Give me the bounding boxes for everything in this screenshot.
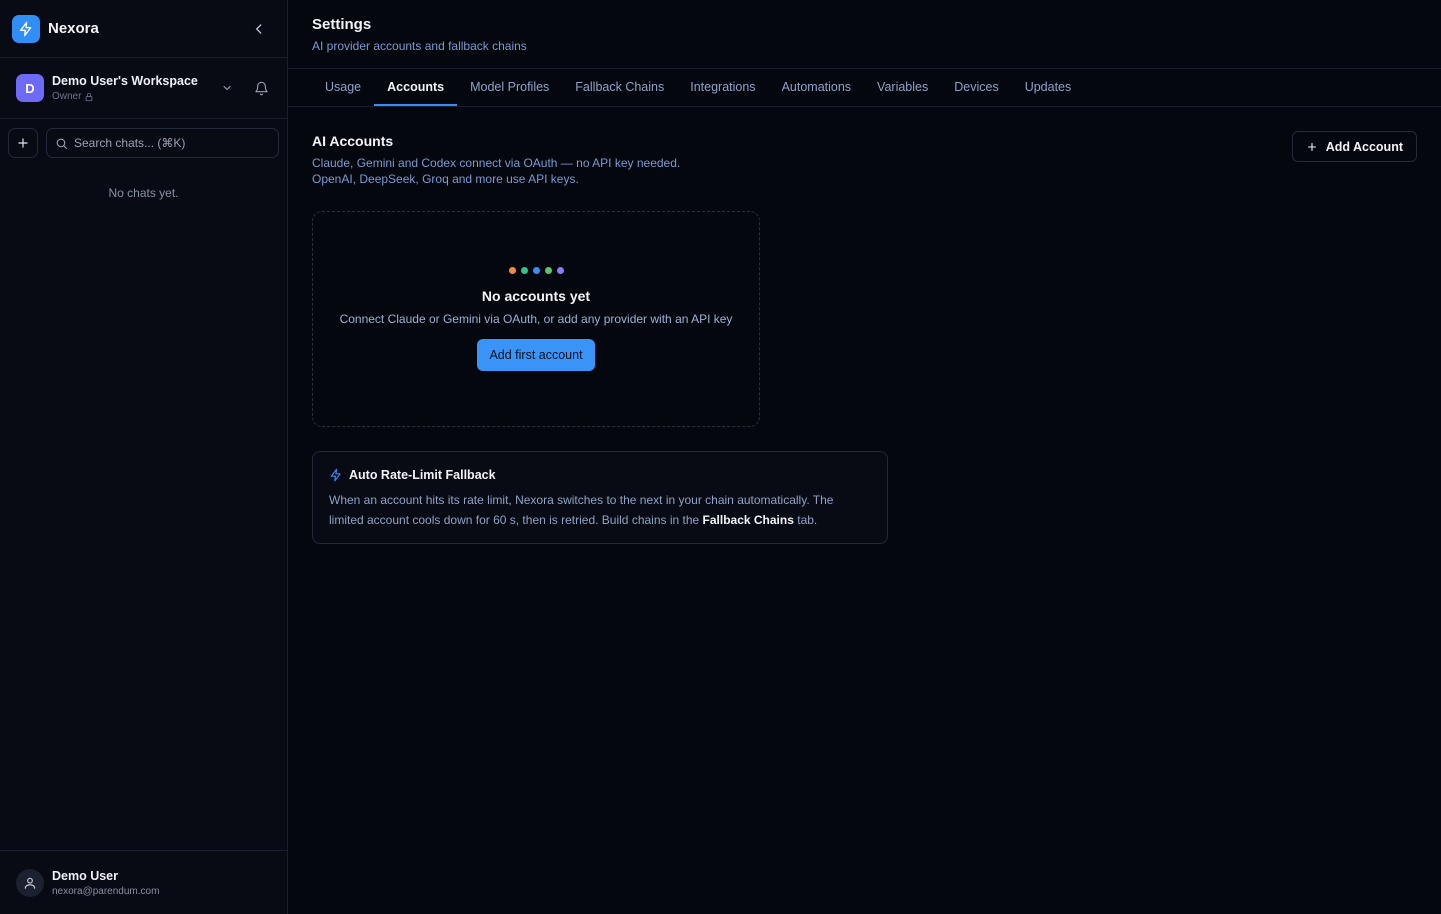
empty-title: No accounts yet — [481, 288, 591, 304]
page-subtitle: AI provider accounts and fallback chains — [312, 39, 527, 53]
provider-dots — [508, 267, 564, 274]
sidebar: Nexora D Demo User's Workspace Owner Sea… — [0, 0, 288, 914]
fallback-info-card: Auto Rate-Limit Fallback When an account… — [312, 451, 888, 544]
tab-model-profiles[interactable]: Model Profiles — [457, 69, 562, 106]
tab-integrations[interactable]: Integrations — [677, 69, 768, 106]
info-body-suffix: tab. — [793, 513, 818, 527]
add-account-button[interactable]: Add Account — [1291, 131, 1417, 162]
info-body: When an account hits its rate limit, Nex… — [329, 490, 871, 530]
page-title: Settings — [312, 16, 372, 33]
add-first-account-button[interactable]: Add first account — [477, 339, 595, 371]
workspace-role-label: Owner — [52, 91, 82, 102]
chevron-down-icon — [223, 85, 231, 91]
tab-fallback-chains[interactable]: Fallback Chains — [562, 69, 677, 106]
lightning-logo-icon — [12, 14, 40, 43]
accounts-section: AI Accounts Claude, Gemini and Codex con… — [288, 107, 1441, 544]
provider-dot — [532, 267, 540, 274]
empty-chats-text: No chats yet. — [108, 186, 179, 200]
add-account-label: Add Account — [1325, 139, 1403, 154]
settings-tabs: Usage Accounts Model Profiles Fallback C… — [288, 69, 1441, 107]
provider-dot — [544, 267, 552, 274]
notifications-button[interactable] — [251, 78, 271, 98]
section-desc-line-2: OpenAI, DeepSeek, Groq and more use API … — [312, 172, 579, 186]
workspace-role: Owner — [52, 91, 198, 102]
chevron-left-icon — [255, 23, 262, 34]
fallback-chains-link: Fallback Chains — [702, 513, 794, 527]
user-icon — [16, 868, 44, 897]
user-name: Demo User — [52, 868, 118, 883]
lock-icon — [86, 92, 93, 101]
workspace-dropdown-button[interactable] — [217, 78, 237, 98]
brand-header: Nexora — [0, 0, 287, 58]
search-input[interactable] — [74, 136, 264, 150]
workspace-switcher[interactable]: D Demo User's Workspace Owner — [0, 58, 287, 119]
user-email: nexora@parendum.com — [52, 885, 160, 897]
tab-variables[interactable]: Variables — [864, 69, 941, 106]
new-chat-button[interactable] — [8, 128, 38, 158]
section-desc-line-1: Claude, Gemini and Codex connect via OAu… — [312, 156, 681, 170]
tab-usage[interactable]: Usage — [312, 69, 374, 106]
provider-dot — [556, 267, 564, 274]
tab-devices[interactable]: Devices — [941, 69, 1011, 106]
empty-description: Connect Claude or Gemini via OAuth, or a… — [339, 312, 733, 326]
user-profile[interactable]: Demo User nexora@parendum.com — [0, 850, 287, 914]
tab-accounts[interactable]: Accounts — [374, 69, 458, 106]
provider-dot — [520, 267, 528, 274]
collapse-sidebar-button[interactable] — [247, 17, 271, 41]
plus-icon — [18, 138, 28, 148]
provider-dot — [508, 267, 516, 274]
section-description: Claude, Gemini and Codex connect via OAu… — [312, 155, 1417, 187]
tab-automations[interactable]: Automations — [769, 69, 864, 106]
page-header: Settings AI provider accounts and fallba… — [288, 0, 1441, 69]
plus-icon — [1307, 142, 1316, 151]
lightning-icon — [330, 468, 341, 482]
bell-icon — [254, 81, 268, 95]
workspace-name: Demo User's Workspace — [52, 74, 198, 88]
search-box[interactable] — [46, 128, 279, 158]
tab-updates[interactable]: Updates — [1012, 69, 1085, 106]
main-panel: Settings AI provider accounts and fallba… — [288, 0, 1441, 914]
search-icon — [56, 138, 67, 149]
info-title: Auto Rate-Limit Fallback — [349, 468, 496, 482]
empty-accounts-card: No accounts yet Connect Claude or Gemini… — [312, 211, 760, 427]
workspace-avatar: D — [16, 74, 44, 102]
app-name: Nexora — [48, 20, 99, 37]
section-title: AI Accounts — [312, 133, 394, 149]
